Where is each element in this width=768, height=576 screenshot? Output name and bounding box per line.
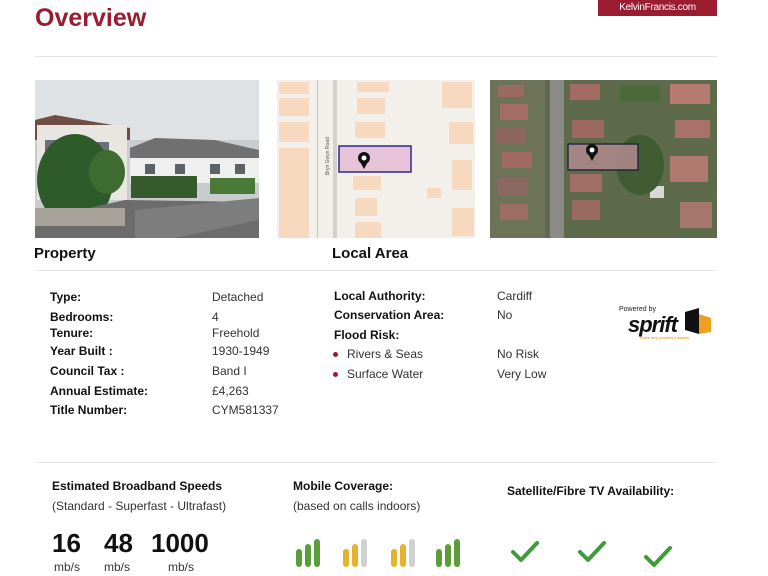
street-map: Bryn Gwyn Road — [277, 80, 475, 238]
check-icon — [644, 546, 672, 567]
speed-standard-unit: mb/s — [54, 560, 81, 574]
property-tenure-value: Freehold — [212, 326, 260, 340]
street-view-photo — [35, 80, 259, 238]
mobile-heading: Mobile Coverage: — [293, 479, 394, 493]
flood-risk-label: Flood Risk: — [334, 328, 400, 342]
flood-surface-water-value: Very Low — [497, 367, 547, 381]
page-title: Overview — [35, 4, 147, 32]
property-type-label: Type: — [50, 290, 82, 304]
broadband-heading: Estimated Broadband Speeds — [52, 479, 223, 493]
signal-bar — [305, 544, 311, 567]
property-bedrooms-value: 4 — [212, 310, 219, 324]
flood-rivers-seas-label: Rivers & Seas — [347, 347, 424, 361]
signal-bar — [314, 539, 320, 567]
check-icon — [578, 541, 606, 562]
broadband-divider — [35, 462, 717, 463]
property-tenure-label: Tenure: — [50, 326, 94, 340]
signal-bar — [361, 539, 367, 567]
property-type-value: Detached — [212, 290, 264, 304]
flood-rivers-seas-value: No Risk — [497, 347, 540, 361]
check-icon — [511, 541, 539, 562]
property-year-built-label: Year Built : — [50, 344, 113, 358]
property-title-number-label: Title Number: — [50, 403, 128, 417]
signal-bar — [391, 549, 397, 567]
property-council-tax-label: Council Tax : — [50, 364, 125, 378]
signal-bar — [296, 549, 302, 567]
speed-superfast-unit: mb/s — [104, 560, 131, 574]
signal-bar — [409, 539, 415, 567]
property-annual-estimate-value: £4,263 — [212, 384, 249, 398]
mobile-subheading: (based on calls indoors) — [293, 499, 421, 513]
local-area-heading: Local Area — [332, 245, 409, 262]
signal-bar — [400, 544, 406, 567]
signal-bar — [436, 549, 442, 567]
speed-ultrafast-unit: mb/s — [168, 560, 195, 574]
signal-strength-icon — [436, 539, 460, 567]
property-year-built-value: 1930-1949 — [212, 344, 270, 358]
sprift-tagline: Know any property instantly — [640, 335, 690, 340]
signal-bar — [343, 549, 349, 567]
speed-superfast: 48 — [104, 528, 133, 558]
broadband-subheading: (Standard - Superfast - Ultrafast) — [52, 499, 227, 513]
property-annual-estimate-label: Annual Estimate: — [50, 384, 149, 398]
satellite-map — [490, 80, 717, 238]
signal-strength-icon — [343, 539, 367, 567]
signal-strength-icon — [296, 539, 320, 567]
bullet-icon — [333, 352, 338, 357]
signal-bar — [445, 544, 451, 567]
local-authority-label: Local Authority: — [334, 289, 426, 303]
speed-ultrafast: 1000 — [151, 528, 209, 558]
property-bedrooms-label: Bedrooms: — [50, 310, 114, 324]
local-authority-value: Cardiff — [497, 289, 533, 303]
signal-bar — [454, 539, 460, 567]
map-road-label: Bryn Gwyn Road — [325, 137, 331, 175]
conservation-area-value: No — [497, 308, 513, 322]
bullet-icon — [333, 372, 338, 377]
signal-bar — [352, 544, 358, 567]
property-council-tax-value: Band I — [212, 364, 247, 378]
brand-logo: KelvinFrancis.com — [598, 0, 717, 16]
header-divider — [35, 56, 717, 57]
signal-strength-icon — [391, 539, 415, 567]
satellite-heading: Satellite/Fibre TV Availability: — [507, 484, 675, 498]
section-divider — [35, 270, 717, 271]
property-heading: Property — [34, 245, 96, 262]
flood-surface-water-label: Surface Water — [347, 367, 424, 381]
speed-standard: 16 — [52, 528, 81, 558]
sprift-logo-icon — [685, 308, 711, 334]
property-title-number-value: CYM581337 — [212, 403, 279, 417]
conservation-area-label: Conservation Area: — [334, 308, 445, 322]
